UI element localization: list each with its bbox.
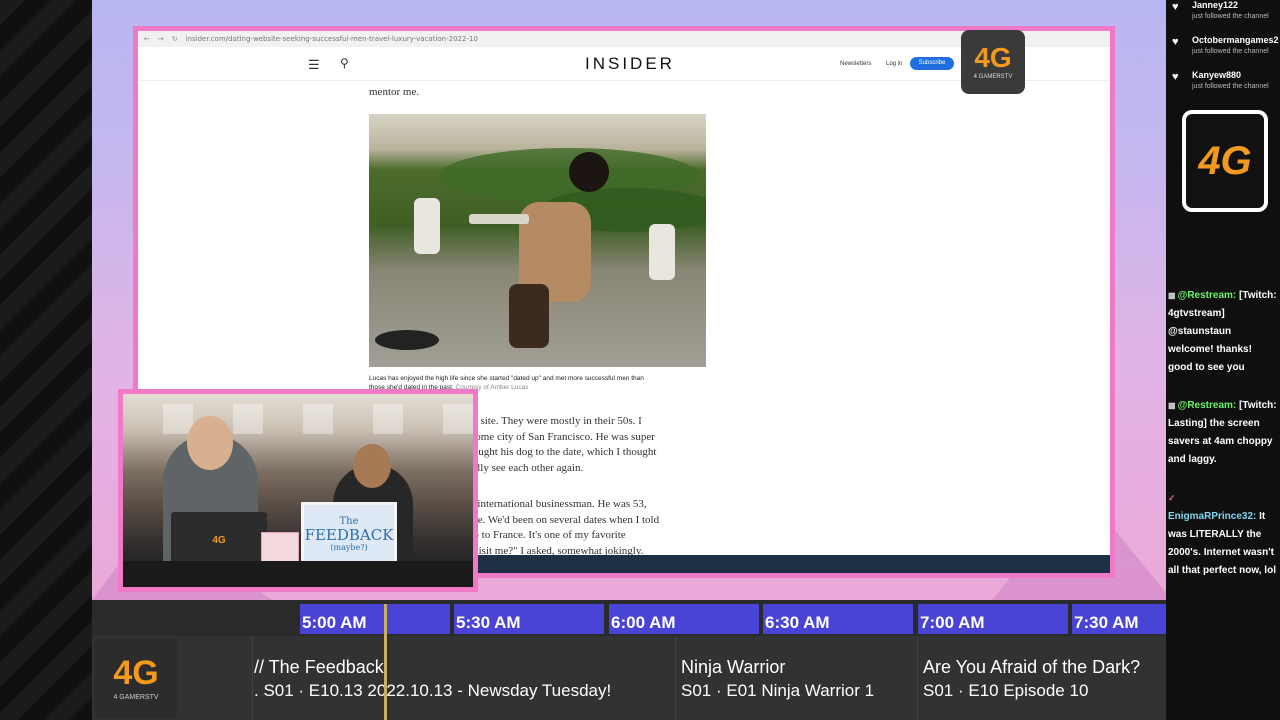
time-label: 6:30 AM — [765, 613, 830, 632]
chat-username: @Restream: — [1177, 290, 1237, 301]
follow-alert: ♥ Kanyew880 just followed the channel — [1172, 70, 1280, 98]
newsletters-link[interactable]: Newsletters — [840, 61, 871, 67]
follow-alert: ♥ Janney122 just followed the channel — [1172, 0, 1280, 28]
left-pattern-strip — [0, 0, 92, 720]
follow-alert: ♥ Octobermangames2 just followed the cha… — [1172, 35, 1280, 63]
heart-icon: ♥ — [1172, 36, 1179, 48]
time-slot: 7:30 AM — [1072, 604, 1166, 634]
follower-name: Octobermangames2 — [1192, 35, 1279, 45]
time-slot: 6:00 AM — [609, 604, 759, 634]
time-label: 5:00 AM — [302, 613, 367, 632]
sign-line3: (maybe?) — [330, 543, 368, 552]
heart-icon: ♥ — [1172, 1, 1179, 13]
chat-text: [Twitch: 4gtvstream] @staunstaun welcome… — [1168, 290, 1277, 373]
program-episode: . S01 · E10.13 2022.10.13 - Newsday Tues… — [254, 681, 612, 700]
url-text[interactable]: insider.com/dating-website-seeking-succe… — [186, 35, 478, 43]
caption-line1: Lucas has enjoyed the high life since sh… — [369, 375, 644, 382]
program-title: // The Feedback — [254, 657, 384, 677]
follower-name: Janney122 — [1192, 0, 1239, 10]
follow-text: just followed the channel — [1192, 13, 1269, 20]
time-ruler: 5:00 AM 5:30 AM 6:00 AM 6:30 AM 7:00 AM … — [92, 600, 1166, 636]
channel-logo-text: 4 GAMERSTV — [973, 74, 1013, 80]
back-icon[interactable]: ← — [144, 35, 150, 43]
chat-message: ▩ @Restream: [Twitch: 4gtvstream] @stauns… — [1168, 287, 1278, 377]
channel-logo: 4G — [974, 42, 1012, 73]
schedule-divider — [252, 638, 253, 720]
sign-line2: FEEDBACK — [304, 526, 394, 544]
heart-icon: ♥ — [1172, 71, 1179, 83]
follow-text: just followed the channel — [1192, 83, 1269, 90]
chat-4g-logo: 4G — [1182, 110, 1268, 212]
channel-logo-badge: 4G 4 GAMERSTV — [961, 30, 1025, 94]
host-left-head — [187, 416, 233, 470]
schedule-logo-text: 4 GAMERSTV — [113, 693, 159, 701]
time-label: 7:00 AM — [920, 613, 985, 632]
chat-username: @Restream: — [1177, 400, 1237, 411]
time-slot: 5:00 AM — [300, 604, 450, 634]
site-logo[interactable]: INSIDER — [585, 54, 675, 74]
chat-username: EnigmaRPrince32: — [1168, 511, 1257, 522]
program-next: Ninja Warrior S01 · E01 Ninja Warrior 1 — [681, 656, 874, 712]
user-badge-icon: ✓ — [1168, 493, 1176, 503]
search-icon[interactable]: ⚲ — [340, 56, 349, 70]
chat-message: ▩ @Restream: [Twitch: Lasting] the screen… — [1168, 397, 1278, 469]
desk — [123, 561, 473, 587]
time-slot: 7:00 AM — [918, 604, 1068, 634]
feedback-sign: The FEEDBACK (maybe?) — [301, 502, 397, 566]
restream-icon: ▩ — [1168, 291, 1176, 300]
subscribe-button[interactable]: Subscribe — [910, 57, 954, 70]
menu-icon[interactable]: ☰ — [308, 57, 320, 73]
follower-name: Kanyew880 — [1192, 70, 1242, 80]
schedule-divider — [675, 638, 676, 720]
stream-overlay: ← → ↻ insider.com/dating-website-seeking… — [0, 0, 1280, 720]
program-later: Are You Afraid of the Dark? S01 · E10 Ep… — [923, 656, 1140, 712]
chat-message: ✓ EnigmaRPrince32: It was LITERALLY the … — [1168, 489, 1278, 580]
time-slot: 5:30 AM — [454, 604, 604, 634]
time-label: 7:30 AM — [1074, 613, 1139, 632]
time-slot: 6:30 AM — [763, 604, 913, 634]
program-current: // The Feedback . S01 · E10.13 2022.10.1… — [254, 656, 611, 712]
laptop: 4G — [171, 512, 267, 568]
laptop-logo: 4G — [212, 534, 226, 546]
program-episode: S01 · E01 Ninja Warrior 1 — [681, 681, 875, 700]
current-time-marker — [384, 604, 387, 720]
schedule-bar: 5:00 AM 5:30 AM 6:00 AM 6:30 AM 7:00 AM … — [92, 600, 1166, 720]
article-photo — [369, 114, 706, 367]
time-label: 6:00 AM — [611, 613, 676, 632]
forward-icon[interactable]: → — [158, 35, 164, 43]
schedule-logo-mark: 4G — [113, 653, 159, 692]
photo-illustration — [375, 148, 706, 350]
restream-icon: ▩ — [1168, 401, 1176, 410]
time-label: 5:30 AM — [456, 613, 521, 632]
host-right-head — [353, 444, 391, 488]
follow-text: just followed the channel — [1192, 48, 1269, 55]
program-episode: S01 · E10 Episode 10 — [923, 681, 1089, 700]
webcam-feed: 4G The FEEDBACK (maybe?) — [118, 389, 478, 592]
schedule-divider — [917, 638, 918, 720]
program-title: Ninja Warrior — [681, 657, 786, 677]
ceiling-lights — [123, 404, 473, 434]
article-text-fragment: mentor me. — [369, 86, 420, 98]
chat-logo-text: 4G — [1198, 138, 1252, 183]
program-title: Are You Afraid of the Dark? — [923, 657, 1141, 677]
reload-icon[interactable]: ↻ — [172, 35, 178, 43]
schedule-logo: 4G 4 GAMERSTV — [94, 638, 178, 718]
chat-panel-bottom — [1166, 600, 1280, 720]
login-link[interactable]: Log in — [886, 61, 902, 67]
